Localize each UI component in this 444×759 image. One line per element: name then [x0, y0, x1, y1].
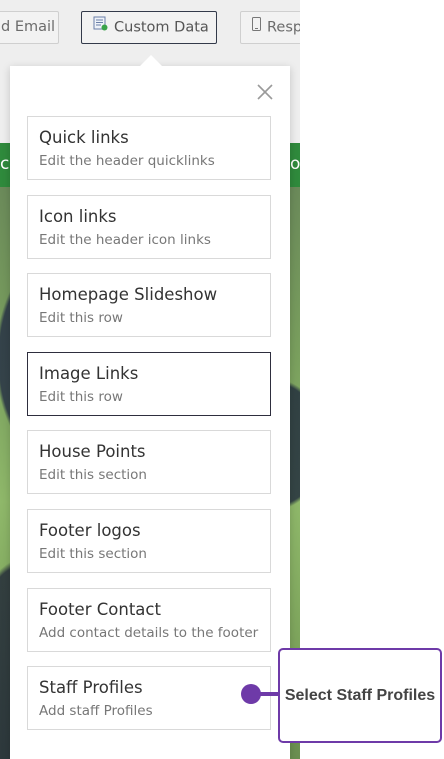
menu-item-title: Icon links: [39, 207, 117, 226]
menu-item-subtitle: Add contact details to the footer: [39, 625, 259, 641]
banner-text-left: c: [0, 154, 10, 174]
close-icon[interactable]: [254, 81, 276, 103]
menu-item-title: Footer logos: [39, 521, 141, 540]
menu-item-staff-profiles[interactable]: Staff Profiles Add staff Profiles: [27, 666, 271, 730]
tutorial-callout: Select Staff Profiles: [278, 648, 442, 743]
menu-item-subtitle: Edit the header icon links: [39, 232, 211, 248]
banner-text-right: o: [290, 154, 300, 174]
email-button-label: d Email: [1, 19, 56, 35]
menu-item-footer-logos[interactable]: Footer logos Edit this section: [27, 509, 271, 573]
email-button[interactable]: d Email: [0, 11, 59, 44]
menu-item-subtitle: Edit this row: [39, 310, 123, 326]
menu-item-subtitle: Edit this section: [39, 467, 147, 483]
menu-item-icon-links[interactable]: Icon links Edit the header icon links: [27, 195, 271, 259]
menu-item-title: House Points: [39, 442, 146, 461]
custom-data-popover: Quick links Edit the header quicklinks I…: [10, 55, 290, 759]
callout-hotspot-dot: [241, 684, 261, 704]
menu-item-title: Staff Profiles: [39, 678, 143, 697]
popover-caret: [140, 55, 162, 66]
menu-item-house-points[interactable]: House Points Edit this section: [27, 430, 271, 494]
menu-item-homepage-slideshow[interactable]: Homepage Slideshow Edit this row: [27, 273, 271, 337]
menu-item-subtitle: Edit this section: [39, 546, 147, 562]
mobile-icon: [252, 12, 261, 43]
responsive-button[interactable]: Resp: [240, 11, 300, 44]
menu-item-title: Quick links: [39, 128, 129, 147]
custom-data-button[interactable]: Custom Data: [81, 11, 217, 44]
menu-item-title: Footer Contact: [39, 600, 161, 619]
menu-item-title: Image Links: [39, 364, 139, 383]
menu-item-subtitle: Add staff Profiles: [39, 703, 153, 719]
custom-data-button-label: Custom Data: [114, 19, 209, 36]
menu-item-image-links[interactable]: Image Links Edit this row: [27, 352, 271, 416]
responsive-button-label: Resp: [267, 19, 300, 36]
menu-item-footer-contact[interactable]: Footer Contact Add contact details to th…: [27, 588, 271, 652]
menu-item-quick-links[interactable]: Quick links Edit the header quicklinks: [27, 116, 271, 180]
custom-data-icon: [93, 12, 108, 43]
menu-item-title: Homepage Slideshow: [39, 285, 218, 304]
callout-text: Select Staff Profiles: [284, 686, 436, 704]
menu-item-subtitle: Edit this row: [39, 389, 123, 405]
menu-item-subtitle: Edit the header quicklinks: [39, 153, 215, 169]
editor-toolbar: d Email Custom Data Resp: [0, 0, 300, 60]
